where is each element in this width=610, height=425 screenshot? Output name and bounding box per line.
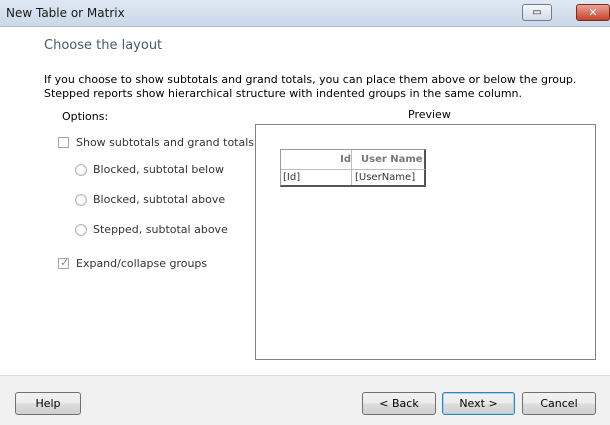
page-heading: Choose the layout (44, 38, 163, 53)
description-line-2: Stepped reports show hierarchical struct… (44, 87, 523, 100)
preview-header-username: User Name (361, 154, 423, 165)
radio-circle[interactable] (75, 224, 87, 236)
preview-cell-id: [Id] (283, 172, 301, 183)
window-title: New Table or Matrix (6, 6, 125, 20)
restore-button[interactable]: ▭ (522, 4, 552, 21)
description-line-1: If you choose to show subtotals and gran… (44, 73, 577, 86)
table-divider (351, 150, 352, 185)
help-button[interactable]: Help (15, 392, 81, 415)
next-button[interactable]: Next > (442, 392, 515, 415)
preview-cell-username: [UserName] (355, 172, 416, 183)
radio-circle[interactable] (75, 164, 87, 176)
preview-panel: Id User Name [Id] [UserName] (255, 124, 596, 360)
expand-collapse-label: Expand/collapse groups (76, 257, 208, 270)
radio-label: Blocked, subtotal above (93, 193, 226, 206)
checkbox-box[interactable] (58, 137, 69, 148)
options-label: Options: (62, 110, 109, 123)
radio-circle[interactable] (75, 194, 87, 206)
radio-label: Stepped, subtotal above (93, 223, 228, 236)
preview-table: Id User Name [Id] [UserName] (280, 149, 426, 187)
show-subtotals-label: Show subtotals and grand totals (76, 136, 255, 149)
checkbox-box[interactable]: ✓ (58, 256, 70, 269)
footer-divider (0, 375, 610, 376)
close-icon: ✕ (588, 6, 598, 19)
close-button[interactable]: ✕ (576, 4, 610, 21)
restore-icon: ▭ (532, 7, 542, 18)
checkmark-icon: ✓ (60, 256, 70, 269)
preview-label: Preview (408, 108, 451, 121)
preview-header-id: Id (340, 154, 351, 165)
radio-label: Blocked, subtotal below (93, 163, 224, 176)
back-button[interactable]: < Back (362, 392, 436, 415)
page-description: If you choose to show subtotals and gran… (44, 73, 576, 101)
table-divider (281, 169, 425, 170)
title-bar: New Table or Matrix ▭ ✕ (0, 0, 610, 27)
cancel-button[interactable]: Cancel (522, 392, 596, 415)
wizard-content: Choose the layout If you choose to show … (0, 27, 610, 375)
